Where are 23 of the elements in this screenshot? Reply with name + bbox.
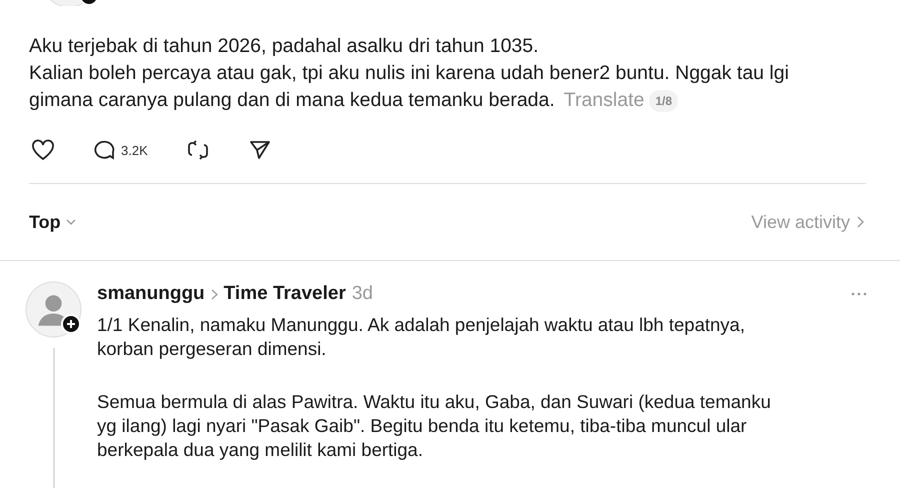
more-icon[interactable] — [851, 292, 867, 296]
reply-text: yg ilang) lagi nyari "Pasak Gaib". Begitu benda itu ketemu, tiba-tiba muncul ular — [97, 414, 748, 438]
reply-text: berkepala dua yang melilit kami bertiga. — [97, 438, 424, 462]
chevron-right-icon — [856, 216, 864, 228]
reply-text: korban pergeseran dimensi. — [97, 337, 328, 361]
chevron-down-icon — [66, 218, 76, 226]
repost-icon[interactable] — [186, 139, 210, 161]
post-text: Kalian boleh percaya atau gak, tpi aku nulis ini karena udah bener2 buntu. Nggak tau lgi — [29, 61, 789, 86]
heart-icon[interactable] — [31, 139, 55, 161]
post-text: gimana caranya pulang dan di mana kedua temanku berada. — [29, 88, 555, 113]
timestamp: 3d — [352, 283, 373, 305]
comment-icon[interactable] — [93, 139, 117, 161]
chevron-icon — [210, 288, 218, 300]
topic-tag[interactable]: Time Traveler — [224, 283, 346, 305]
username[interactable]: smanunggu — [97, 283, 205, 305]
follow-icon[interactable] — [61, 314, 81, 334]
sort-dropdown[interactable]: Top — [29, 212, 76, 232]
comment-count: 3.2K — [121, 142, 148, 158]
reply-text: Semua bermula di alas Pawitra. Waktu itu aku, Gaba, dan Suwari (kedua temanku — [97, 390, 772, 414]
post-text: Aku terjebak di tahun 2026, padahal asalku dri tahun 1035. — [29, 34, 539, 59]
page-badge: 1/8 — [649, 90, 678, 112]
send-icon[interactable] — [248, 139, 272, 161]
reply-text: 1/1 Kenalin, namaku Manunggu. Ak adalah penjelajah waktu atau lbh tepatnya, — [97, 313, 746, 337]
